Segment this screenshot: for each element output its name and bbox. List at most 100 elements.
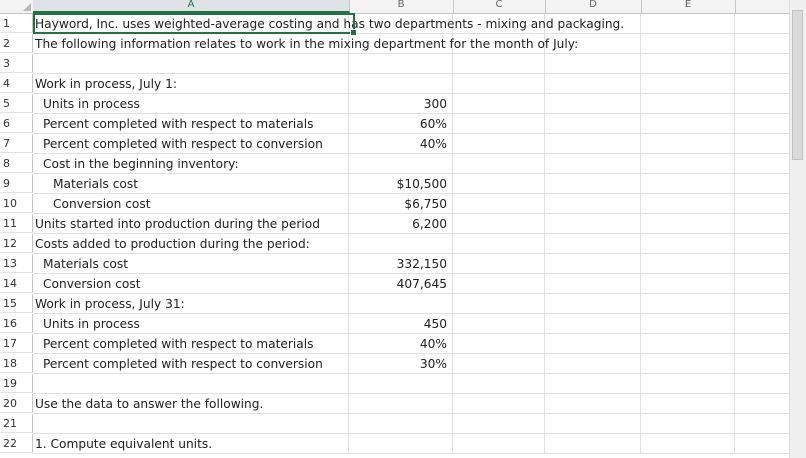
cell-b[interactable]: 332,150 — [349, 254, 453, 274]
cell-e[interactable] — [641, 394, 735, 414]
cell-e[interactable] — [641, 134, 735, 154]
cell-c[interactable] — [453, 194, 545, 214]
cell-c[interactable] — [453, 334, 545, 354]
column-header-d[interactable]: D — [545, 0, 642, 13]
cell-d[interactable] — [545, 294, 641, 314]
cell-c[interactable] — [453, 214, 545, 234]
row-number[interactable]: 16 — [0, 314, 33, 333]
select-all-corner[interactable] — [0, 0, 34, 13]
cell-f[interactable] — [735, 254, 790, 274]
cell-f[interactable] — [735, 274, 790, 294]
cell-c[interactable] — [453, 114, 545, 134]
cell-a[interactable]: Use the data to answer the following. — [33, 394, 349, 414]
cell-f[interactable] — [735, 154, 790, 174]
cell-b[interactable]: 300 — [349, 94, 453, 114]
row-number[interactable]: 5 — [0, 94, 33, 113]
cell-d[interactable] — [545, 214, 641, 234]
column-header-e[interactable]: E — [641, 0, 736, 13]
cell-a[interactable]: Materials cost — [33, 174, 349, 194]
cell-a[interactable] — [33, 414, 349, 434]
cell-b[interactable] — [349, 294, 453, 314]
cell-a[interactable]: Work in process, July 1: — [33, 74, 349, 94]
cell-a[interactable]: Percent completed with respect to materi… — [33, 334, 349, 354]
scrollbar-thumb[interactable] — [792, 10, 803, 160]
row-number[interactable]: 19 — [0, 374, 33, 393]
cell-f[interactable] — [735, 134, 790, 154]
cell-b[interactable] — [349, 74, 453, 94]
cell-f[interactable] — [735, 54, 790, 74]
row-number[interactable]: 10 — [0, 194, 33, 213]
vertical-scrollbar[interactable] — [789, 0, 806, 458]
cell-a[interactable]: Work in process, July 31: — [33, 294, 349, 314]
cell-a[interactable]: Percent completed with respect to conver… — [33, 134, 349, 154]
cell-d[interactable] — [545, 254, 641, 274]
cell-e[interactable] — [641, 334, 735, 354]
cell-b[interactable] — [349, 374, 453, 394]
row-number[interactable]: 1 — [0, 14, 33, 33]
cell-a[interactable]: 1. Compute equivalent units. — [33, 434, 349, 454]
cell-c[interactable] — [453, 54, 545, 74]
cell-d[interactable] — [545, 354, 641, 374]
cell-c[interactable] — [453, 294, 545, 314]
cell-d[interactable] — [545, 174, 641, 194]
cell-b[interactable] — [349, 414, 453, 434]
cell-c[interactable] — [453, 94, 545, 114]
cell-d[interactable] — [545, 334, 641, 354]
cell-b[interactable]: 6,200 — [349, 214, 453, 234]
cell-f[interactable] — [735, 234, 790, 254]
row-number[interactable]: 8 — [0, 154, 33, 173]
column-header-c[interactable]: C — [453, 0, 546, 13]
cell-a[interactable]: Percent completed with respect to conver… — [33, 354, 349, 374]
cell-e[interactable] — [641, 374, 735, 394]
cell-b[interactable] — [349, 394, 453, 414]
cell-e[interactable] — [641, 174, 735, 194]
cell-f[interactable] — [735, 354, 790, 374]
cell-f[interactable] — [735, 414, 790, 434]
cell-d[interactable] — [545, 274, 641, 294]
cell-c[interactable] — [453, 74, 545, 94]
cell-e[interactable] — [641, 414, 735, 434]
cell-f[interactable] — [735, 174, 790, 194]
cell-e[interactable] — [641, 114, 735, 134]
cell-f[interactable] — [735, 194, 790, 214]
cell-e[interactable] — [641, 94, 735, 114]
row-number[interactable]: 21 — [0, 414, 33, 433]
cell-f[interactable] — [735, 214, 790, 234]
cell-d[interactable] — [545, 314, 641, 334]
cell-a[interactable]: Units started into production during the… — [33, 214, 349, 234]
cell-d[interactable] — [545, 134, 641, 154]
cell-c[interactable] — [453, 314, 545, 334]
cell-c[interactable] — [453, 354, 545, 374]
row-number[interactable]: 13 — [0, 254, 33, 273]
cell-e[interactable] — [641, 234, 735, 254]
cell-b[interactable]: 40% — [349, 134, 453, 154]
cell-a[interactable]: Conversion cost — [33, 194, 349, 214]
cell-b[interactable] — [349, 434, 453, 454]
row-number[interactable]: 12 — [0, 234, 33, 253]
cell-f[interactable] — [735, 34, 790, 54]
cell-a[interactable]: The following information relates to wor… — [33, 34, 578, 54]
cell-d[interactable] — [545, 54, 641, 74]
cell-d[interactable] — [545, 154, 641, 174]
cell-a[interactable]: Costs added to production during the per… — [33, 234, 349, 254]
row-number[interactable]: 3 — [0, 54, 33, 73]
row-number[interactable]: 15 — [0, 294, 33, 313]
row-number[interactable]: 22 — [0, 434, 33, 453]
cell-d[interactable] — [545, 374, 641, 394]
row-number[interactable]: 7 — [0, 134, 33, 153]
cell-c[interactable] — [453, 274, 545, 294]
cell-c[interactable] — [453, 174, 545, 194]
cell-e[interactable] — [641, 314, 735, 334]
cell-d[interactable] — [545, 434, 641, 454]
cell-f[interactable] — [735, 94, 790, 114]
cell-b[interactable]: 407,645 — [349, 274, 453, 294]
cell-c[interactable] — [453, 374, 545, 394]
cell-f[interactable] — [735, 394, 790, 414]
cell-b[interactable]: 450 — [349, 314, 453, 334]
cell-e[interactable] — [641, 214, 735, 234]
cell-a[interactable]: Units in process — [33, 314, 349, 334]
cell-b[interactable] — [349, 154, 453, 174]
column-header-b[interactable]: B — [349, 0, 454, 13]
row-number[interactable]: 4 — [0, 74, 33, 93]
cell-e[interactable] — [641, 14, 735, 34]
